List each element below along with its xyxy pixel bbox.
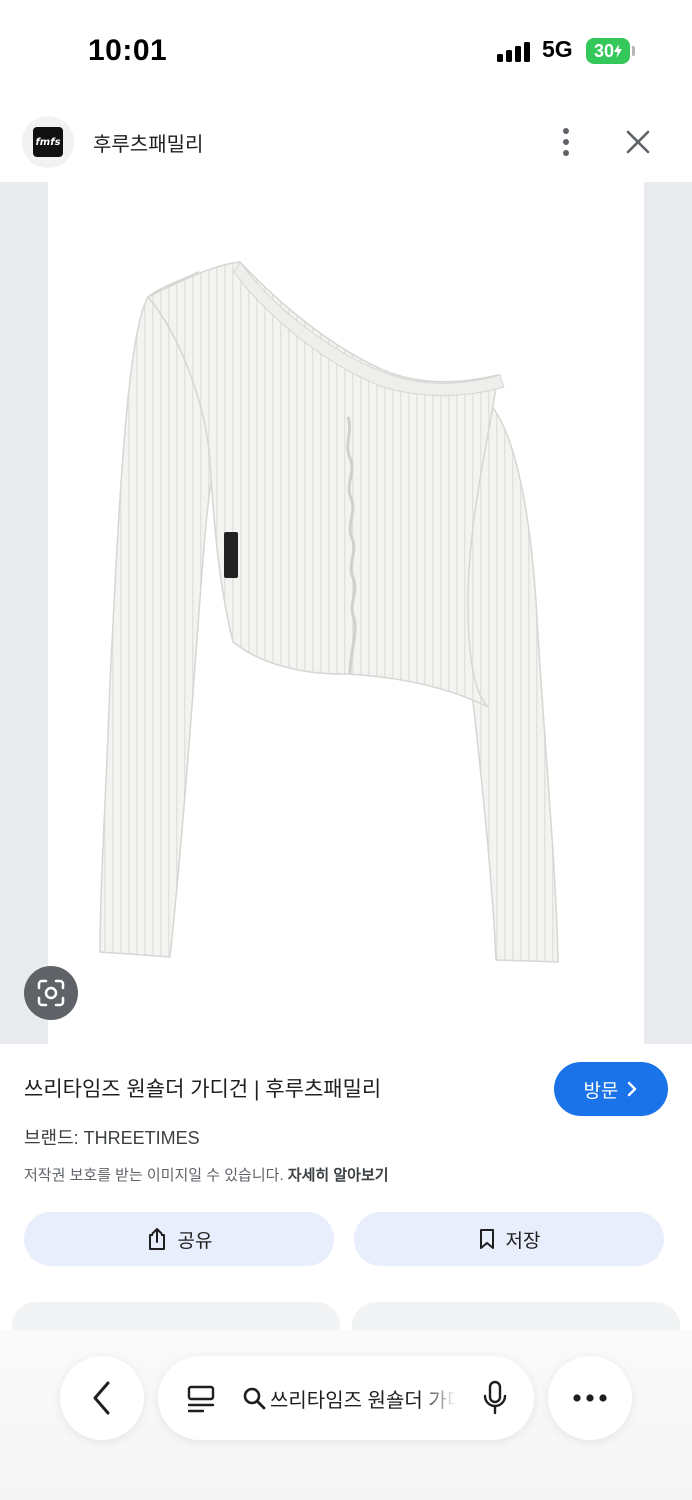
signal-icon xyxy=(497,42,530,62)
share-icon xyxy=(148,1228,165,1250)
search-bar[interactable]: 쓰리타임즈 원숄더 가디건 xyxy=(158,1356,534,1440)
back-button[interactable] xyxy=(60,1356,144,1440)
tabs-icon xyxy=(187,1385,215,1413)
site-header: fmfs 후루츠패밀리 xyxy=(0,112,692,174)
copyright-notice: 저작권 보호를 받는 이미지일 수 있습니다. 자세히 알아보기 xyxy=(24,1164,389,1185)
charging-icon xyxy=(614,44,623,58)
brand-label: 브랜드: THREETIMES xyxy=(24,1128,200,1148)
lens-button[interactable] xyxy=(24,966,78,1020)
battery-icon: 30 xyxy=(586,38,630,64)
more-vert-icon[interactable] xyxy=(548,122,584,162)
battery-level: 30 xyxy=(593,40,615,61)
save-button[interactable]: 저장 xyxy=(354,1212,664,1266)
visit-button[interactable]: 방문 xyxy=(554,1062,668,1116)
network-type: 5G xyxy=(542,36,573,62)
share-button-label: 공유 xyxy=(177,1230,213,1252)
site-name[interactable]: 후루츠패밀리 xyxy=(93,128,203,157)
cardigan-illustration xyxy=(99,261,559,963)
status-time: 10:01 xyxy=(88,34,168,67)
share-button[interactable]: 공유 xyxy=(24,1212,334,1266)
chevron-right-icon xyxy=(628,1081,637,1097)
status-bar: 10:01 5G 30 xyxy=(0,0,692,100)
product-image[interactable] xyxy=(48,182,644,1044)
image-viewer[interactable] xyxy=(0,182,692,1044)
battery-tip xyxy=(632,46,635,56)
site-logo-mark: fmfs xyxy=(33,127,63,157)
learn-more-link[interactable]: 자세히 알아보기 xyxy=(288,1167,389,1184)
lens-icon xyxy=(37,979,65,1007)
search-query[interactable]: 쓰리타임즈 원숄더 가디건 xyxy=(270,1384,456,1413)
mic-icon[interactable] xyxy=(482,1380,508,1416)
search-icon xyxy=(243,1387,266,1410)
site-logo[interactable]: fmfs xyxy=(22,116,74,168)
back-icon xyxy=(93,1381,110,1415)
close-icon[interactable] xyxy=(620,124,656,160)
copyright-text: 저작권 보호를 받는 이미지일 수 있습니다. xyxy=(24,1167,284,1184)
visit-button-label: 방문 xyxy=(583,1080,619,1102)
bookmark-icon xyxy=(479,1229,494,1249)
more-button[interactable] xyxy=(548,1356,632,1440)
save-button-label: 저장 xyxy=(505,1230,541,1252)
more-horiz-icon xyxy=(573,1394,607,1402)
product-title[interactable]: 쓰리타임즈 원숄더 가디건 | 후루츠패밀리 xyxy=(24,1073,381,1103)
